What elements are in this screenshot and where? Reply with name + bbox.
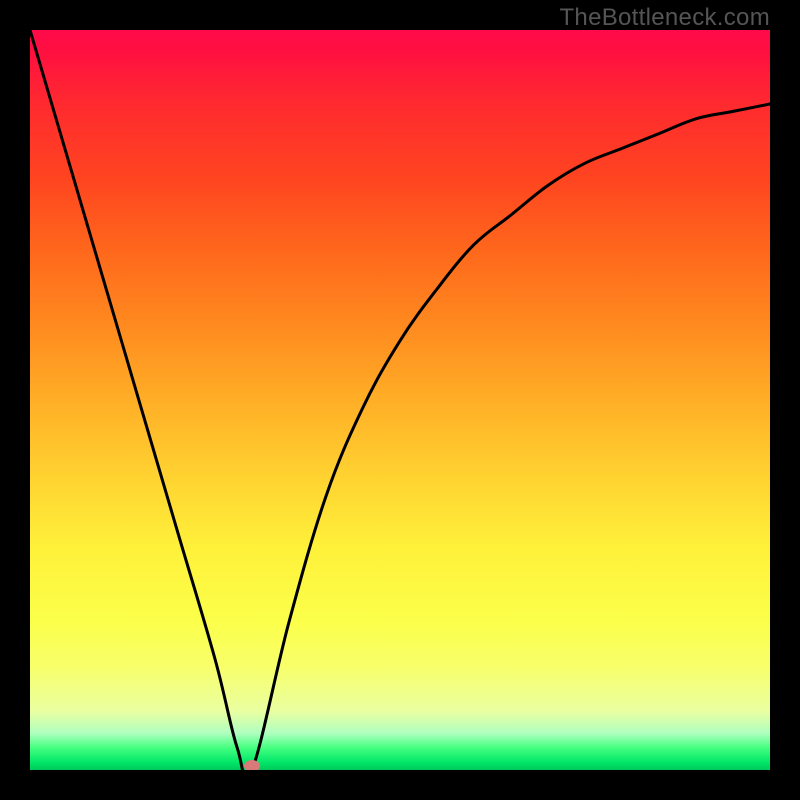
chart-frame: TheBottleneck.com <box>0 0 800 800</box>
minimum-marker-icon <box>244 760 260 770</box>
watermark-text: TheBottleneck.com <box>559 4 770 32</box>
plot-area <box>30 30 770 770</box>
bottleneck-curve <box>30 30 770 770</box>
